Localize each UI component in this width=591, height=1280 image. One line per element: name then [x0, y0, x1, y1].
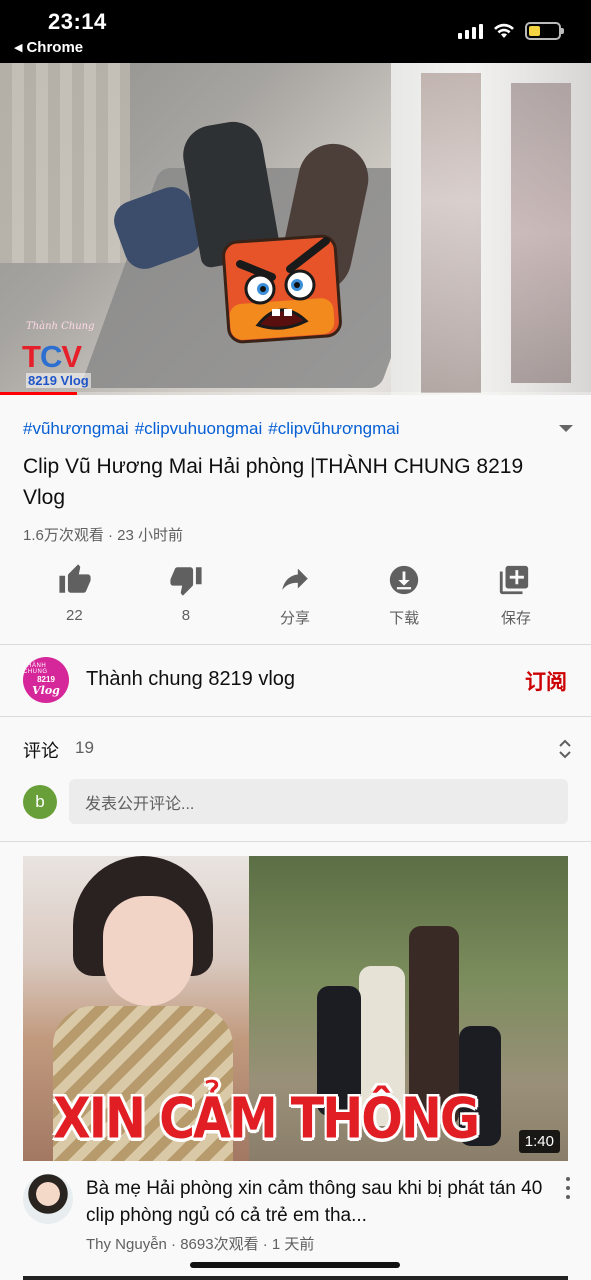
recommended-title[interactable]: Bà mẹ Hải phòng xin cảm thông sau khi bị…: [86, 1175, 546, 1229]
comments-count: 19: [75, 738, 94, 757]
status-bar: 23:14 ◀ Chrome: [0, 0, 591, 63]
hashtags: #vũhươngmai #clipvuhuongmai #clipvũhươngma…: [23, 419, 406, 439]
share-label: 分享: [279, 610, 310, 627]
comments-heading: 评论: [23, 741, 59, 761]
download-icon: [389, 565, 419, 595]
recommended-meta: Thy Nguyễn · 8693次观看 · 1 天前: [86, 1236, 315, 1253]
like-button[interactable]: 22: [22, 563, 131, 633]
status-icons: [458, 22, 564, 40]
duration-badge: 1:40: [518, 1130, 560, 1153]
watermark-tcv: TCV: [22, 339, 82, 374]
thumbnail-caption: XIN CẢM THÔNG: [53, 1085, 480, 1152]
angry-face-sticker-icon: [222, 234, 342, 344]
video-title: Clip Vũ Hương Mai Hải phòng |THÀNH CHUNG…: [23, 455, 524, 509]
dislike-button[interactable]: 8: [131, 563, 240, 633]
uploader-avatar[interactable]: [23, 1174, 73, 1224]
recommended-video[interactable]: XIN CẢM THÔNG 1:40 Bà mẹ Hải phòng xin c…: [0, 843, 591, 1280]
home-indicator: [190, 1262, 400, 1268]
share-arrow-icon: [282, 568, 308, 590]
dislike-count: 8: [181, 607, 191, 624]
video-info: #vũhươngmai #clipvuhuongmai #clipvũhươngma…: [0, 395, 591, 645]
watermark-sub: 8219 Vlog: [26, 373, 91, 388]
comments-section[interactable]: 评论 19 b 发表公开评论...: [0, 718, 591, 842]
action-bar: 22 8 分享 下载 保存: [22, 563, 568, 633]
back-arrow-icon: ◀: [14, 42, 23, 54]
video-player[interactable]: Thành Chung TCV 8219 Vlog: [0, 63, 591, 395]
add-to-playlist-icon: [499, 565, 529, 595]
wifi-icon: [494, 23, 514, 38]
watermark-script: Thành Chung: [26, 321, 95, 332]
scene-wardrobe: [391, 63, 591, 395]
cellular-signal-icon: [458, 23, 483, 39]
save-label: 保存: [500, 610, 531, 627]
scene-curtain: [0, 63, 130, 263]
battery-icon: [525, 22, 564, 40]
expand-collapse-icon[interactable]: [557, 738, 573, 760]
channel-watermark-logo: Thành Chung TCV 8219 Vlog: [22, 321, 104, 391]
back-label: Chrome: [26, 39, 84, 56]
save-button[interactable]: 保存: [459, 563, 568, 633]
hashtag-link[interactable]: #clipvũhươngmai: [268, 419, 399, 438]
hashtag-link[interactable]: #vũhươngmai: [23, 419, 129, 438]
user-avatar: b: [23, 785, 57, 819]
hashtag-link[interactable]: #clipvuhuongmai: [135, 419, 263, 438]
next-item-edge: [23, 1276, 568, 1280]
video-meta: 1.6万次观看 · 23 小时前: [23, 527, 184, 544]
download-label: 下载: [389, 610, 420, 627]
status-time: 23:14: [48, 9, 107, 34]
channel-row[interactable]: THÀNH CHUNG 8219 Vlog Thành chung 8219 v…: [0, 646, 591, 717]
back-to-chrome-link[interactable]: ◀ Chrome: [14, 39, 83, 56]
channel-avatar[interactable]: THÀNH CHUNG 8219 Vlog: [23, 657, 69, 703]
more-options-icon[interactable]: [565, 1177, 571, 1199]
thumbs-up-icon: [59, 564, 91, 593]
download-button[interactable]: 下载: [350, 563, 459, 633]
subscribe-button[interactable]: 订阅: [525, 666, 567, 696]
channel-name[interactable]: Thành chung 8219 vlog: [86, 668, 295, 691]
like-count: 22: [66, 607, 83, 624]
thumbs-down-icon: [170, 567, 202, 596]
video-thumbnail[interactable]: XIN CẢM THÔNG 1:40: [23, 856, 568, 1161]
expand-description-icon[interactable]: [559, 425, 573, 432]
comment-input[interactable]: 发表公开评论...: [69, 779, 568, 824]
share-button[interactable]: 分享: [240, 563, 349, 633]
